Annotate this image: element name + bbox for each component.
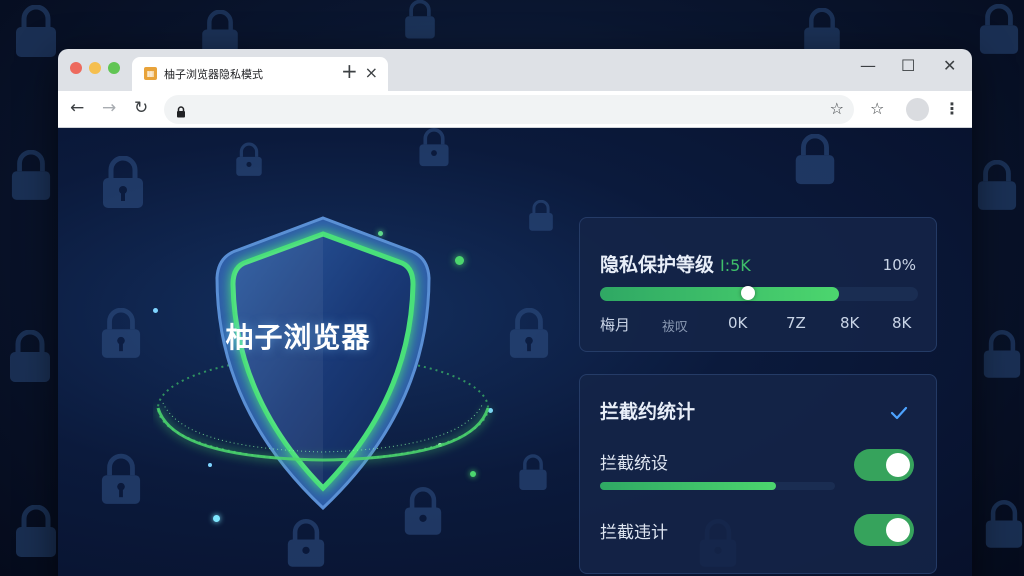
address-bar[interactable]: ☆: [164, 95, 854, 124]
block-stats-title: 拦截约统计: [600, 401, 696, 423]
minimize-button[interactable]: —: [860, 56, 876, 75]
background-lock-icon: [528, 199, 554, 236]
block-row-label: 拦截违计: [600, 523, 668, 543]
background-lock-icon: [984, 500, 1024, 550]
block-row-toggle[interactable]: [854, 449, 914, 481]
privacy-level-title-extra: I:5K: [720, 256, 751, 275]
privacy-level-slider[interactable]: [600, 286, 918, 301]
privacy-level-fill: [600, 287, 839, 301]
background-lock-icon: [976, 160, 1018, 212]
toggle-knob: [886, 453, 910, 477]
check-icon: [890, 401, 908, 425]
privacy-level-title-text: 隐私保护等级: [600, 254, 715, 276]
close-window-dot[interactable]: [70, 62, 82, 74]
tick-label: 8K: [892, 314, 912, 332]
shield-brand-label: 柚子浏览器: [225, 321, 371, 354]
reload-icon[interactable]: ↻: [134, 98, 148, 118]
background-lock-icon: [982, 330, 1022, 380]
new-tab-button[interactable]: +: [341, 61, 358, 81]
tick-label: 0K: [728, 314, 748, 332]
privacy-level-title: 隐私保护等级 I:5K: [600, 250, 751, 277]
privacy-level-panel: 隐私保护等级 I:5K 10% 梅月 祓叹 0K 7Z 8K 8K: [579, 217, 937, 352]
background-lock-icon: [518, 453, 548, 497]
background-lock-icon: [508, 307, 550, 364]
background-lock-icon: [235, 142, 263, 182]
tick-label: 8K: [840, 314, 860, 332]
privacy-level-ticks: 梅月 祓叹 0K 7Z 8K 8K: [600, 314, 918, 335]
background-lock-icon: [10, 150, 52, 202]
shield-illustration: [156, 216, 490, 511]
block-row-label: 拦截统设: [600, 454, 668, 474]
background-lock-icon: [14, 5, 58, 59]
lock-icon: [176, 103, 186, 122]
tick-label: 7Z: [786, 314, 806, 332]
background-lock-icon: [14, 505, 58, 559]
back-arrow-icon[interactable]: ←: [70, 98, 84, 118]
avatar[interactable]: [906, 98, 929, 121]
block-row-toggle[interactable]: [854, 514, 914, 546]
background-lock-icon: [978, 4, 1020, 56]
block-stats-panel: 拦截约统计 拦截统设 拦截违计: [579, 374, 937, 574]
forward-arrow-icon[interactable]: →: [102, 98, 116, 118]
bookmarks-star-icon[interactable]: ☆: [870, 99, 884, 119]
block-row-progress: [600, 482, 835, 490]
background-lock-icon: [400, 0, 440, 40]
toggle-knob: [886, 518, 910, 542]
privacy-level-percent: 10%: [882, 256, 916, 274]
background-lock-icon: [418, 128, 450, 172]
tab-bar: ▦ 柚子浏览器隐私模式 × + — ☐ ✕: [58, 49, 972, 91]
favicon-icon: ▦: [144, 67, 157, 80]
browser-window: ▦ 柚子浏览器隐私模式 × + — ☐ ✕ ← → ↻ ☆ ☆ ⋮ 柚子浏览器 …: [58, 49, 972, 576]
browser-toolbar: ← → ↻ ☆ ☆ ⋮: [58, 91, 972, 128]
tick-label: 祓叹: [662, 320, 689, 335]
bookmark-star-icon[interactable]: ☆: [830, 99, 844, 118]
privacy-level-knob[interactable]: [740, 286, 755, 300]
tab-title: 柚子浏览器隐私模式: [164, 68, 263, 81]
close-tab-icon[interactable]: ×: [365, 63, 378, 82]
maximize-button[interactable]: ☐: [901, 56, 915, 75]
background-lock-icon: [100, 307, 142, 364]
more-menu-icon[interactable]: ⋮: [944, 99, 960, 118]
background-lock-icon: [8, 330, 52, 384]
close-window-button[interactable]: ✕: [943, 56, 956, 75]
background-lock-icon: [793, 133, 837, 190]
block-row-progress-fill: [600, 482, 777, 490]
tick-label: 梅月: [600, 316, 631, 334]
minimize-window-dot[interactable]: [89, 62, 101, 74]
background-lock-icon: [101, 155, 145, 214]
background-lock-icon: [100, 453, 142, 511]
zoom-window-dot[interactable]: [108, 62, 120, 74]
page-content: 柚子浏览器 隐私保护等级 I:5K 10% 梅月 祓叹 0K 7Z 8K 8K 拦…: [58, 128, 972, 576]
